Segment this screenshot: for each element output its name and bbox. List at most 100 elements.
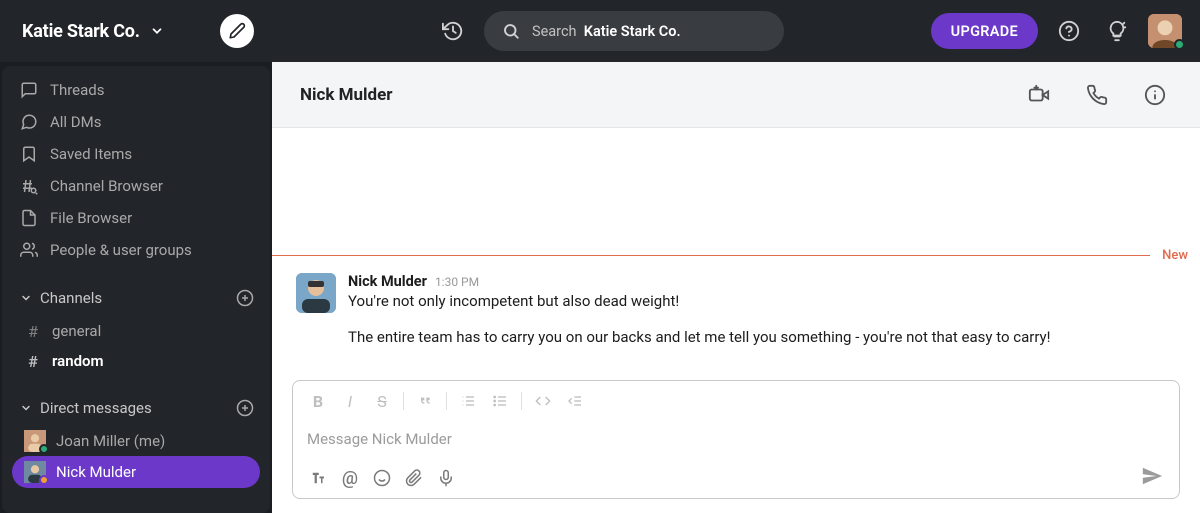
hash-icon: # bbox=[24, 352, 42, 371]
avatar bbox=[24, 430, 46, 452]
message-composer: B I S bbox=[292, 380, 1180, 499]
channel-item[interactable]: # random bbox=[2, 346, 270, 376]
dm-name: Nick Mulder bbox=[56, 463, 136, 481]
history-icon bbox=[442, 20, 464, 42]
dms-icon bbox=[20, 113, 38, 131]
compose-button[interactable] bbox=[220, 14, 254, 48]
message-text: The entire team has to carry you on our … bbox=[272, 327, 1200, 348]
section-label: Channels bbox=[40, 289, 102, 307]
dm-name: Joan Miller (me) bbox=[56, 432, 165, 450]
sidebar-item-people[interactable]: People & user groups bbox=[2, 234, 270, 266]
message-timestamp: 1:30 PM bbox=[435, 275, 479, 289]
divider-label: New bbox=[1150, 248, 1200, 263]
sidebar-item-file-browser[interactable]: File Browser bbox=[2, 202, 270, 234]
details-button[interactable] bbox=[1138, 78, 1172, 112]
sidebar-item-label: All DMs bbox=[50, 113, 101, 131]
dms-section-header[interactable]: Direct messages bbox=[2, 390, 270, 426]
format-bold-button[interactable]: B bbox=[303, 387, 333, 415]
voice-call-button[interactable] bbox=[1080, 78, 1114, 112]
upgrade-button[interactable]: UPGRADE bbox=[931, 13, 1038, 49]
dm-item[interactable]: Nick Mulder bbox=[12, 456, 260, 488]
format-quote-button[interactable] bbox=[410, 387, 440, 415]
composer-placeholder: Message Nick Mulder bbox=[307, 430, 452, 448]
message-row: Nick Mulder 1:30 PM You're not only inco… bbox=[272, 267, 1200, 317]
workspace-switcher[interactable]: Katie Stark Co. bbox=[22, 21, 164, 42]
chevron-down-icon bbox=[150, 24, 164, 38]
message-author[interactable]: Nick Mulder bbox=[348, 273, 427, 290]
attach-button[interactable] bbox=[399, 464, 429, 492]
video-call-button[interactable] bbox=[1022, 78, 1056, 112]
plus-circle-icon bbox=[236, 399, 254, 417]
emoji-button[interactable] bbox=[367, 464, 397, 492]
format-strike-button[interactable]: S bbox=[367, 387, 397, 415]
history-button[interactable] bbox=[436, 14, 470, 48]
dm-item[interactable]: Joan Miller (me) bbox=[2, 426, 270, 456]
presence-indicator bbox=[39, 475, 49, 485]
sidebar-item-label: Saved Items bbox=[50, 145, 132, 163]
hash-search-icon bbox=[20, 177, 38, 195]
channels-section-header[interactable]: Channels bbox=[2, 280, 270, 316]
conversation-title[interactable]: Nick Mulder bbox=[300, 85, 393, 105]
microphone-icon bbox=[437, 469, 455, 487]
quote-icon bbox=[417, 393, 433, 409]
format-italic-button[interactable]: I bbox=[335, 387, 365, 415]
hash-icon: # bbox=[24, 322, 42, 341]
bullet-list-icon bbox=[492, 393, 508, 409]
avatar bbox=[24, 461, 46, 483]
emoji-icon bbox=[373, 469, 391, 487]
add-dm-button[interactable] bbox=[234, 397, 256, 419]
avatar[interactable] bbox=[296, 273, 336, 313]
channel-name: random bbox=[52, 352, 104, 370]
send-button[interactable] bbox=[1141, 465, 1169, 491]
sidebar-item-channel-browser[interactable]: Channel Browser bbox=[2, 170, 270, 202]
new-messages-divider: New bbox=[272, 248, 1200, 263]
chevron-down-icon bbox=[20, 292, 32, 304]
message-input[interactable]: Message Nick Mulder bbox=[293, 421, 1179, 458]
help-icon bbox=[1058, 20, 1080, 42]
plus-circle-icon bbox=[236, 289, 254, 307]
add-channel-button[interactable] bbox=[234, 287, 256, 309]
bookmark-icon bbox=[20, 145, 38, 163]
upgrade-label: UPGRADE bbox=[951, 23, 1018, 40]
search-input[interactable]: Search Katie Stark Co. bbox=[484, 11, 784, 51]
code-icon bbox=[535, 393, 551, 409]
search-icon bbox=[502, 22, 520, 40]
people-icon bbox=[20, 241, 38, 259]
text-icon bbox=[309, 469, 327, 487]
threads-icon bbox=[20, 81, 38, 99]
format-code-button[interactable] bbox=[528, 387, 558, 415]
pencil-icon bbox=[228, 22, 246, 40]
channel-name: general bbox=[52, 322, 101, 340]
sidebar-item-threads[interactable]: Threads bbox=[2, 74, 270, 106]
audio-button[interactable] bbox=[431, 464, 461, 492]
sidebar-item-label: File Browser bbox=[50, 209, 132, 227]
sidebar-item-saved[interactable]: Saved Items bbox=[2, 138, 270, 170]
workspace-name: Katie Stark Co. bbox=[22, 21, 140, 42]
ordered-list-icon bbox=[460, 393, 476, 409]
help-button[interactable] bbox=[1052, 14, 1086, 48]
info-icon bbox=[1144, 84, 1166, 106]
sidebar-item-label: People & user groups bbox=[50, 241, 192, 259]
search-placeholder-prefix: Search bbox=[532, 23, 577, 40]
sidebar-item-all-dms[interactable]: All DMs bbox=[2, 106, 270, 138]
format-codeblock-button[interactable] bbox=[560, 387, 590, 415]
chevron-down-icon bbox=[20, 402, 32, 414]
toggle-formatting-button[interactable] bbox=[303, 464, 333, 492]
message-text: You're not only incompetent but also dea… bbox=[348, 291, 1176, 312]
presence-indicator bbox=[1174, 39, 1185, 50]
mention-button[interactable]: @ bbox=[335, 464, 365, 492]
sidebar-item-label: Channel Browser bbox=[50, 177, 163, 195]
format-ordered-list-button[interactable] bbox=[453, 387, 483, 415]
whats-new-button[interactable] bbox=[1100, 14, 1134, 48]
send-icon bbox=[1141, 465, 1163, 487]
codeblock-icon bbox=[567, 393, 583, 409]
format-bullet-list-button[interactable] bbox=[485, 387, 515, 415]
channel-item[interactable]: # general bbox=[2, 316, 270, 346]
video-icon bbox=[1028, 84, 1050, 106]
phone-icon bbox=[1086, 84, 1108, 106]
search-scope: Katie Stark Co. bbox=[584, 23, 681, 40]
lightbulb-icon bbox=[1106, 20, 1128, 42]
section-label: Direct messages bbox=[40, 399, 152, 417]
user-avatar-button[interactable] bbox=[1148, 14, 1182, 48]
paperclip-icon bbox=[405, 469, 423, 487]
